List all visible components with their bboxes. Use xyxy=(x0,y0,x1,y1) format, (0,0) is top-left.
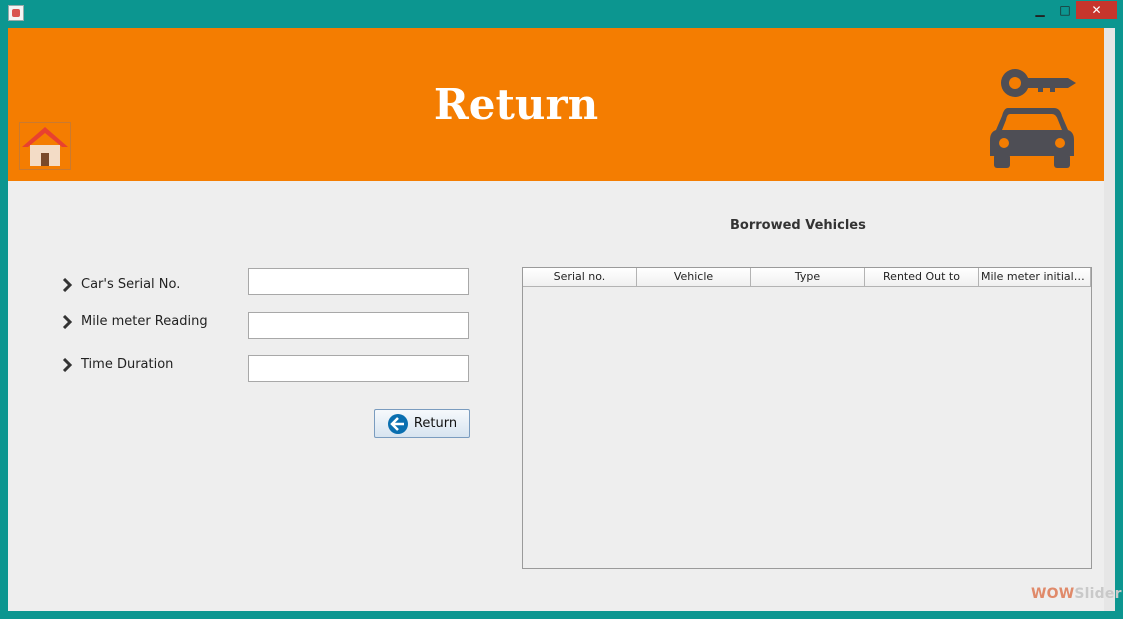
wowslider-watermark: WOWSlider xyxy=(1031,586,1122,602)
mile-meter-input[interactable] xyxy=(248,312,469,339)
mile-meter-label-text: Mile meter Reading xyxy=(81,314,208,329)
maximize-button[interactable]: □ xyxy=(1053,1,1077,19)
column-header-rented-out-to[interactable]: Rented Out to xyxy=(865,268,979,287)
header-banner: Return xyxy=(8,28,1104,181)
serial-no-label: Car's Serial No. xyxy=(61,277,180,292)
mile-meter-label: Mile meter Reading xyxy=(61,314,208,329)
return-button-label: Return xyxy=(413,416,458,431)
chevron-right-icon xyxy=(62,357,73,372)
column-header-vehicle[interactable]: Vehicle xyxy=(637,268,751,287)
time-duration-input[interactable] xyxy=(248,355,469,382)
return-button[interactable]: Return xyxy=(374,409,470,438)
serial-no-input[interactable] xyxy=(248,268,469,295)
borrowed-vehicles-caption: Borrowed Vehicles xyxy=(730,218,866,233)
watermark-part1: WOW xyxy=(1031,586,1075,602)
window-client-area: Return Car's Serial No. Mile meter Readi… xyxy=(8,28,1122,611)
serial-no-label-text: Car's Serial No. xyxy=(81,277,181,292)
chevron-right-icon xyxy=(62,277,73,292)
home-button[interactable] xyxy=(19,122,71,170)
watermark-part2: Slider xyxy=(1074,586,1122,602)
time-duration-label-text: Time Duration xyxy=(81,357,174,372)
table-header-row: Serial no. Vehicle Type Rented Out to Mi… xyxy=(523,268,1091,287)
column-header-serial[interactable]: Serial no. xyxy=(523,268,637,287)
home-icon xyxy=(22,127,68,166)
java-app-icon xyxy=(8,5,24,21)
chevron-right-icon xyxy=(62,314,73,329)
column-header-mile-meter[interactable]: Mile meter initial rea... xyxy=(979,268,1091,287)
window-edge-strip xyxy=(1104,28,1115,611)
close-button[interactable]: ✕ xyxy=(1076,1,1117,19)
window-titlebar: ▁ □ ✕ xyxy=(0,0,1123,28)
car-key-icon xyxy=(990,69,1076,168)
page-title: Return xyxy=(433,80,599,129)
time-duration-label: Time Duration xyxy=(61,357,173,372)
borrowed-vehicles-table[interactable]: Serial no. Vehicle Type Rented Out to Mi… xyxy=(522,267,1092,569)
arrow-left-circle-icon xyxy=(387,413,408,434)
minimize-button[interactable]: ▁ xyxy=(1027,1,1053,19)
column-header-type[interactable]: Type xyxy=(751,268,865,287)
